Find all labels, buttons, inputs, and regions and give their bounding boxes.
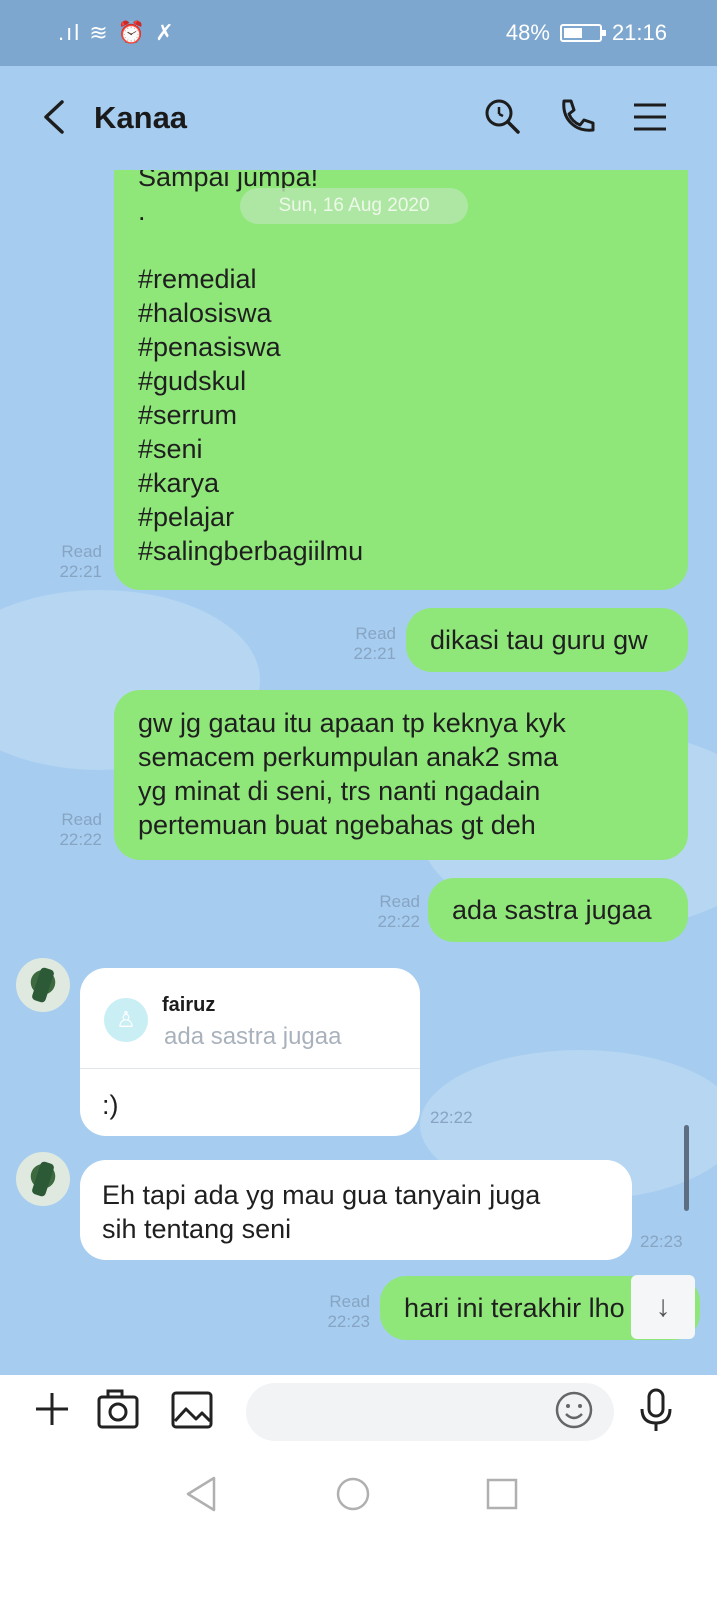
plus-icon[interactable]	[30, 1385, 74, 1435]
scrollbar[interactable]	[684, 1125, 689, 1211]
message-time: 22:22	[59, 830, 102, 849]
chat-title[interactable]: Kanaa	[94, 100, 187, 136]
message-line: #remedial	[138, 264, 257, 294]
date-separator: Sun, 16 Aug 2020	[240, 188, 468, 224]
reply-divider	[80, 1068, 420, 1069]
message-line: #gudskul	[138, 366, 247, 396]
message-time: 22:22	[377, 912, 420, 931]
message-bubble-sent[interactable]: dikasi tau guru gw	[406, 608, 688, 672]
message-line: yg minat di seni, trs nanti ngadain	[138, 776, 541, 806]
message-bubble-received[interactable]: Eh tapi ada yg mau gua tanyain juga sih …	[80, 1160, 632, 1260]
message-meta: Read 22:23	[316, 1292, 370, 1332]
message-line: dikasi tau guru gw	[430, 625, 648, 655]
message-line: :)	[102, 1090, 119, 1120]
message-time: 22:21	[353, 644, 396, 663]
message-line: #penasiswa	[138, 332, 281, 362]
message-bubble-sent[interactable]: ada sastra jugaa	[428, 878, 688, 942]
battery-percent: 48%	[505, 20, 550, 45]
message-line: #halosiswa	[138, 298, 272, 328]
read-receipt: Read	[329, 1292, 370, 1311]
chat-header: Kanaa	[0, 66, 717, 170]
camera-icon[interactable]	[96, 1385, 140, 1435]
message-meta: Read 22:22	[50, 810, 102, 850]
read-receipt: Read	[61, 542, 102, 561]
message-time: 22:21	[59, 562, 102, 581]
message-time: 22:22	[430, 1108, 473, 1127]
read-receipt: Read	[379, 892, 420, 911]
mic-icon[interactable]	[634, 1385, 678, 1435]
message-line: #pelajar	[138, 502, 235, 532]
reply-sender: fairuz	[162, 994, 216, 1016]
clock: 21:16	[611, 20, 667, 45]
message-line: semacem perkumpulan anak2 sma	[138, 742, 559, 772]
message-meta: 22:22	[430, 1108, 482, 1128]
message-line: Eh tapi ada yg mau gua tanyain juga	[102, 1180, 541, 1210]
message-line: sih tentang seni	[102, 1214, 292, 1244]
message-meta: Read 22:21	[342, 624, 396, 664]
back-triangle-icon[interactable]	[180, 1472, 224, 1516]
back-arrow-icon[interactable]	[34, 92, 74, 142]
message-meta: Read 22:22	[366, 892, 420, 932]
message-time: 22:23	[327, 1312, 370, 1331]
system-nav-bar	[0, 1450, 717, 1600]
menu-icon[interactable]	[628, 94, 674, 140]
search-icon[interactable]	[480, 94, 526, 140]
reply-text: ada sastra jugaa	[164, 1023, 342, 1050]
contact-avatar[interactable]	[16, 1152, 70, 1206]
scroll-to-bottom-button[interactable]: ↓	[631, 1275, 695, 1339]
message-line-empty	[138, 228, 664, 262]
home-circle-icon[interactable]	[331, 1472, 375, 1516]
recents-square-icon[interactable]	[480, 1472, 524, 1516]
read-receipt: Read	[61, 810, 102, 829]
message-meta: 22:23	[640, 1232, 692, 1252]
contact-avatar[interactable]	[16, 958, 70, 1012]
reply-quote-icon: ♙	[104, 998, 148, 1042]
read-receipt: Read	[355, 624, 396, 643]
message-bubble-sent[interactable]: gw jg gatau itu apaan tp keknya kyk sema…	[114, 690, 688, 860]
message-bubble-received[interactable]: ♙ fairuz ada sastra jugaa :)	[80, 968, 420, 1136]
battery-icon	[559, 24, 606, 42]
message-line: pertemuan buat ngebahas gt deh	[138, 810, 536, 840]
message-meta: Read 22:21	[50, 542, 102, 582]
message-line: gw jg gatau itu apaan tp keknya kyk	[138, 708, 566, 738]
phone-icon[interactable]	[552, 94, 598, 140]
image-icon[interactable]	[170, 1385, 214, 1435]
message-line: ada sastra jugaa	[452, 895, 652, 925]
message-line: #serrum	[138, 400, 238, 430]
status-bar: .ıl ≋ ⏰ ✗ 48% 21:16	[0, 0, 717, 66]
emoji-icon[interactable]	[552, 1385, 596, 1435]
message-bubble-sent[interactable]: Sampai jumpa! . #remedial #halosiswa #pe…	[114, 170, 688, 590]
status-icons: .ıl ≋ ⏰ ✗	[58, 20, 176, 45]
message-line: #seni	[138, 434, 203, 464]
status-right: 48% 21:16	[506, 20, 667, 46]
message-time: 22:23	[640, 1232, 683, 1251]
message-line: #salingberbagiilmu	[138, 536, 364, 566]
message-line: #karya	[138, 468, 220, 498]
message-input-bar	[0, 1375, 717, 1450]
chat-area[interactable]: Sampai jumpa! . #remedial #halosiswa #pe…	[0, 170, 717, 1375]
